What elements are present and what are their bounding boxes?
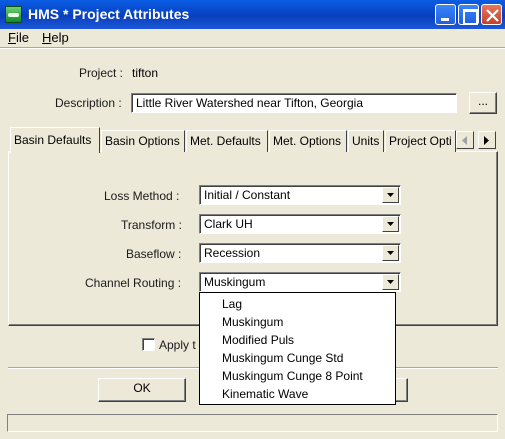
chevron-down-icon bbox=[387, 193, 394, 197]
close-button[interactable] bbox=[481, 4, 502, 25]
hms-app-icon bbox=[5, 6, 22, 23]
routing-option-muskingum[interactable]: Muskingum bbox=[222, 315, 283, 329]
maximize-button[interactable] bbox=[458, 4, 479, 25]
routing-option-muskingum-cunge-8-point[interactable]: Muskingum Cunge 8 Point bbox=[222, 369, 363, 383]
menu-bar: File Help bbox=[0, 29, 505, 47]
description-input[interactable]: Little River Watershed near Tifton, Geor… bbox=[131, 93, 457, 113]
tab-basin-defaults[interactable]: Basin Defaults bbox=[10, 127, 100, 153]
browse-button[interactable]: ... bbox=[469, 92, 497, 114]
baseflow-label: Baseflow : bbox=[126, 247, 182, 261]
tab-scroll-left-button[interactable] bbox=[456, 131, 474, 149]
transform-label: Transform : bbox=[121, 218, 182, 232]
close-icon bbox=[486, 9, 499, 22]
loss-method-select[interactable]: Initial / Constant bbox=[199, 185, 401, 205]
chevron-down-icon bbox=[387, 222, 394, 226]
menu-file[interactable]: File bbox=[8, 30, 29, 45]
baseflow-value: Recession bbox=[204, 246, 261, 260]
tab-units[interactable]: Units bbox=[348, 130, 384, 152]
tab-met-defaults[interactable]: Met. Defaults bbox=[186, 130, 268, 152]
menu-divider bbox=[0, 47, 505, 49]
arrow-right-icon bbox=[484, 136, 489, 145]
ok-button[interactable]: OK bbox=[98, 378, 186, 402]
apply-checkbox[interactable] bbox=[142, 338, 155, 351]
baseflow-select[interactable]: Recession bbox=[199, 243, 401, 263]
project-value: tifton bbox=[132, 66, 159, 80]
loss-method-label: Loss Method : bbox=[104, 189, 180, 203]
project-attributes-window: HMS * Project Attributes File Help Proje… bbox=[0, 0, 505, 439]
loss-method-value: Initial / Constant bbox=[204, 188, 291, 202]
arrow-left-icon bbox=[462, 136, 467, 145]
window-title: HMS * Project Attributes bbox=[28, 6, 190, 22]
chevron-down-icon bbox=[387, 280, 394, 284]
routing-option-muskingum-cunge-std[interactable]: Muskingum Cunge Std bbox=[222, 351, 343, 365]
transform-select[interactable]: Clark UH bbox=[199, 214, 401, 234]
channel-routing-value: Muskingum bbox=[204, 275, 266, 289]
loss-method-dropdown-button[interactable] bbox=[382, 187, 399, 203]
tab-scroll-right-button[interactable] bbox=[478, 131, 496, 149]
tab-basin-options[interactable]: Basin Options bbox=[101, 130, 185, 152]
status-bar bbox=[7, 414, 498, 432]
transform-dropdown-button[interactable] bbox=[382, 216, 399, 232]
baseflow-dropdown-button[interactable] bbox=[382, 245, 399, 261]
tab-project-options[interactable]: Project Opti bbox=[385, 130, 456, 152]
minimize-button[interactable] bbox=[435, 4, 456, 25]
title-bar[interactable]: HMS * Project Attributes bbox=[0, 0, 505, 29]
channel-routing-label: Channel Routing : bbox=[85, 276, 182, 290]
apply-checkbox-label: Apply t bbox=[159, 338, 196, 352]
channel-routing-dropdown-list: Lag Muskingum Modified Puls Muskingum Cu… bbox=[199, 292, 396, 405]
routing-option-lag[interactable]: Lag bbox=[222, 297, 242, 311]
routing-option-modified-puls[interactable]: Modified Puls bbox=[222, 333, 294, 347]
channel-routing-dropdown-button[interactable] bbox=[382, 274, 399, 290]
routing-option-kinematic-wave[interactable]: Kinematic Wave bbox=[222, 387, 308, 401]
chevron-down-icon bbox=[387, 251, 394, 255]
tab-met-options[interactable]: Met. Options bbox=[269, 130, 347, 152]
transform-value: Clark UH bbox=[204, 217, 253, 231]
project-label: Project : bbox=[79, 66, 124, 80]
menu-help[interactable]: Help bbox=[42, 30, 69, 45]
description-label: Description : bbox=[55, 96, 122, 110]
channel-routing-select[interactable]: Muskingum bbox=[199, 272, 401, 292]
